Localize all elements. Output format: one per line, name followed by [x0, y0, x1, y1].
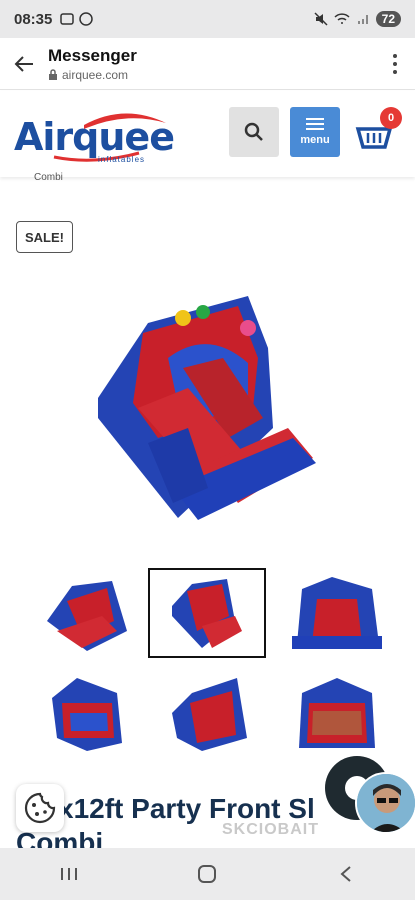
- status-right: 72: [314, 11, 401, 27]
- status-time: 08:35: [14, 10, 53, 28]
- thumbnail-image: [299, 678, 375, 748]
- system-nav-bar: [0, 848, 415, 900]
- lock-icon: [49, 69, 57, 80]
- messenger-icon: [79, 12, 94, 26]
- search-button[interactable]: [229, 107, 279, 157]
- battery-indicator: 72: [375, 11, 401, 27]
- app-title: Messenger: [48, 45, 137, 65]
- thumbnail-image: [172, 578, 242, 648]
- hamburger-icon: [306, 118, 324, 130]
- product-main-image[interactable]: [88, 288, 328, 538]
- wifi-icon: [334, 13, 350, 24]
- url-line: airquee.com: [48, 68, 375, 82]
- signal-icon: [357, 15, 368, 24]
- cookie-settings-button[interactable]: [16, 784, 64, 832]
- thumbnail-image: [47, 580, 127, 651]
- thumbnail-image: [292, 577, 382, 649]
- product-thumbnail-1[interactable]: [28, 568, 146, 658]
- back-button[interactable]: [0, 38, 48, 90]
- logo-underline: [53, 151, 140, 162]
- more-options-button[interactable]: [375, 53, 415, 74]
- site-header: Airquee inflatables menu 0: [0, 91, 415, 177]
- cart-button[interactable]: 0: [354, 107, 402, 157]
- nav-back-button[interactable]: [316, 854, 376, 894]
- screenshot-icon: [60, 13, 75, 25]
- page-url: airquee.com: [62, 67, 129, 82]
- product-thumbnail-6[interactable]: [278, 668, 396, 758]
- chevron-left-icon: [340, 866, 351, 882]
- cookie-icon: [24, 792, 56, 824]
- avatar-photo: [357, 774, 415, 832]
- chat-head-avatar[interactable]: [355, 772, 415, 834]
- home-button[interactable]: [177, 854, 237, 894]
- breadcrumb[interactable]: Combi: [34, 172, 63, 183]
- product-thumbnail-3[interactable]: [278, 568, 396, 658]
- bouncy-castle-image: [98, 296, 316, 520]
- search-icon: [244, 122, 263, 141]
- thumbnail-image: [52, 678, 122, 751]
- recent-apps-button[interactable]: [39, 854, 99, 894]
- logo-subtext: inflatables: [98, 155, 146, 164]
- sale-badge: SALE!: [16, 221, 73, 253]
- watermark-text: SKCIOBAIT: [222, 821, 319, 838]
- recent-apps-icon: [61, 868, 78, 880]
- product-thumbnail-2[interactable]: [148, 568, 266, 658]
- status-icons: [60, 12, 94, 26]
- cart-count-badge: 0: [380, 107, 402, 129]
- home-icon: [198, 865, 217, 883]
- browser-app-bar: Messenger airquee.com: [0, 38, 415, 90]
- menu-button[interactable]: menu: [290, 107, 340, 157]
- product-thumbnail-4[interactable]: [28, 668, 146, 758]
- menu-label: menu: [300, 134, 330, 146]
- status-bar: 08:35 72: [0, 0, 415, 38]
- kebab-icon: [393, 53, 397, 58]
- arrow-left-icon: [14, 55, 33, 72]
- mute-icon: [314, 12, 328, 26]
- app-bar-titles: Messenger airquee.com: [48, 46, 375, 82]
- thumbnail-image: [172, 678, 247, 751]
- airquee-logo[interactable]: Airquee inflatables: [14, 103, 175, 164]
- product-thumbnail-5[interactable]: [148, 668, 266, 758]
